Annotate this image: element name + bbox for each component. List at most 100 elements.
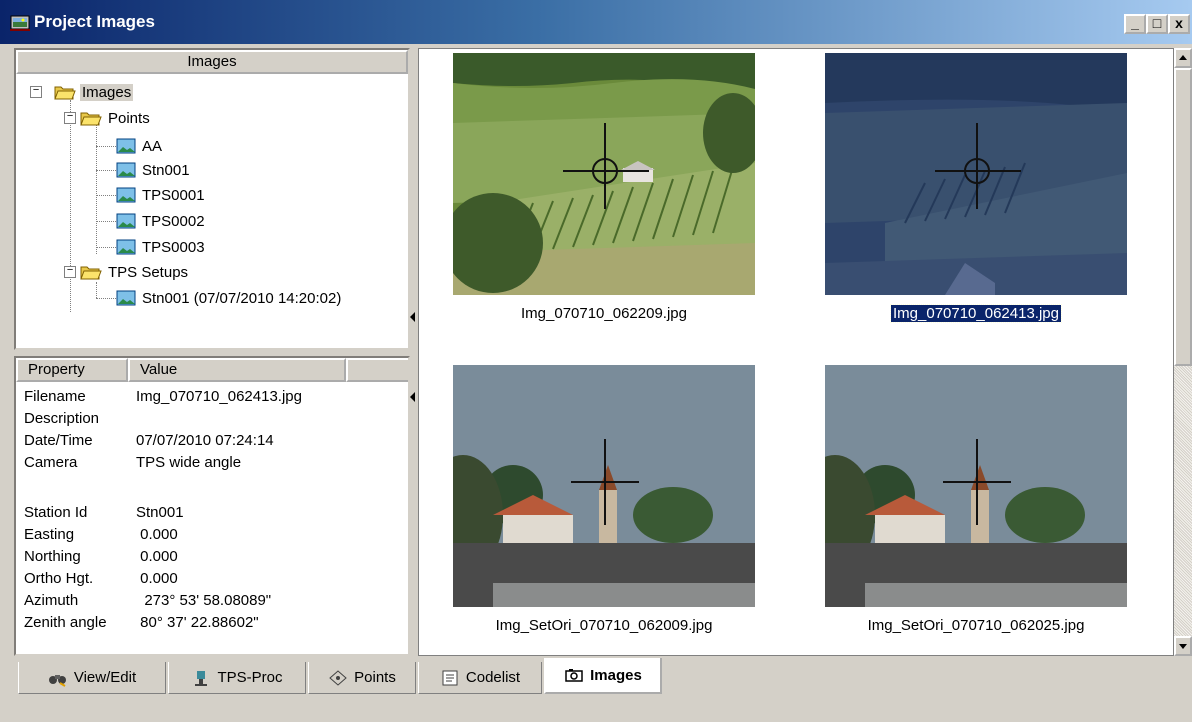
property-row[interactable]: Ortho Hgt. 0.000: [24, 570, 178, 592]
image-file-icon: [116, 239, 136, 255]
tab-label: View/Edit: [73, 669, 137, 686]
codelist-icon: [442, 670, 458, 685]
image-caption[interactable]: Img_SetOri_070710_062025.jpg: [811, 617, 1141, 634]
app-icon: [10, 15, 30, 31]
camera-icon: [565, 669, 583, 682]
image-caption-selected[interactable]: Img_070710_062413.jpg: [811, 304, 1141, 323]
collapse-root-button[interactable]: −: [30, 86, 42, 98]
tab-points[interactable]: Points: [308, 662, 416, 694]
tree-label-point: TPS0003: [142, 238, 205, 256]
vertical-scrollbar[interactable]: [1174, 48, 1192, 656]
scroll-up-button[interactable]: [1174, 48, 1192, 68]
property-value: Stn001: [136, 504, 184, 521]
property-row[interactable]: Azimuth 273° 53' 58.08089": [24, 592, 271, 614]
image-file-icon: [116, 290, 136, 306]
property-row[interactable]: Filename Img_070710_062413.jpg: [24, 388, 302, 410]
property-name: Station Id: [24, 504, 88, 521]
bottom-tab-strip: View/Edit TPS-Proc Points Codelist Image…: [0, 656, 1192, 722]
minimize-button[interactable]: _: [1124, 14, 1146, 34]
tree-label-point: TPS0001: [142, 186, 205, 204]
property-value: 07/07/2010 07:24:14: [136, 432, 274, 449]
collapse-setups-button[interactable]: −: [64, 266, 76, 278]
property-value: Img_070710_062413.jpg: [136, 388, 302, 405]
tree-line: [96, 146, 116, 147]
tree-item-point[interactable]: TPS0003: [116, 235, 207, 259]
property-name: Zenith angle: [24, 614, 107, 631]
tree-label-point: AA: [142, 137, 163, 155]
tree-header[interactable]: Images: [16, 50, 408, 74]
tree-item-setups-folder[interactable]: TPS Setups: [80, 260, 190, 284]
tree-item-point[interactable]: TPS0002: [116, 209, 207, 233]
property-value: 273° 53' 58.08089": [136, 592, 272, 609]
images-grid[interactable]: Img_070710_062209.jpg Img_070710_062413.…: [418, 48, 1174, 656]
images-tree-panel[interactable]: Images − Images − Points AA Stn001 TPS00…: [14, 48, 410, 350]
property-row[interactable]: Camera TPS wide angle: [24, 454, 241, 476]
properties-header: Property Value: [16, 358, 408, 382]
tree-line: [96, 247, 116, 248]
tree-line: [96, 282, 97, 298]
tree-item-point[interactable]: TPS0001: [116, 183, 207, 207]
scroll-thumb[interactable]: [1174, 68, 1192, 366]
scroll-down-button[interactable]: [1174, 636, 1192, 656]
tab-label: TPS-Proc: [217, 669, 283, 686]
tab-label: Images: [590, 666, 642, 684]
tree-label-setups: TPS Setups: [108, 263, 189, 281]
column-header-empty[interactable]: [346, 358, 408, 382]
tps-instrument-icon: [195, 670, 208, 686]
maximize-button[interactable]: □: [1146, 14, 1168, 34]
properties-panel[interactable]: Property Value Filename Img_070710_062413…: [14, 356, 410, 656]
tree-item-point[interactable]: AA: [116, 134, 164, 158]
open-folder-icon: [54, 86, 76, 100]
property-name: Azimuth: [24, 592, 79, 609]
tree-label-point: TPS0002: [142, 212, 205, 230]
tree-line: [96, 195, 116, 196]
tree-item-images-root[interactable]: Images: [54, 80, 134, 104]
image-thumbnail[interactable]: [453, 53, 755, 295]
tab-label: Codelist: [465, 669, 521, 686]
arrow-down-icon: [1179, 644, 1187, 649]
property-value: 0.000: [136, 548, 178, 565]
points-icon: [329, 669, 347, 686]
window-title: Project Images: [34, 12, 155, 31]
property-value: 80° 37' 22.88602": [136, 614, 259, 631]
image-file-icon: [116, 187, 136, 203]
image-caption[interactable]: Img_070710_062209.jpg: [439, 305, 769, 322]
tab-images[interactable]: Images: [544, 658, 662, 694]
property-name: Northing: [24, 548, 81, 565]
column-header-property[interactable]: Property: [16, 358, 128, 382]
tree-item-point[interactable]: Stn001: [116, 158, 192, 182]
open-folder-icon: [80, 266, 102, 280]
tab-view-edit[interactable]: View/Edit: [18, 662, 166, 694]
property-row[interactable]: Station Id Stn001: [24, 504, 184, 526]
tree-label-points: Points: [108, 109, 150, 127]
tree-line: [96, 170, 116, 171]
image-thumbnail-selected[interactable]: [825, 53, 1127, 295]
image-caption[interactable]: Img_SetOri_070710_062009.jpg: [439, 617, 769, 634]
image-thumbnail[interactable]: [825, 365, 1127, 607]
property-row[interactable]: Description: [24, 410, 136, 432]
arrow-up-icon: [1179, 55, 1187, 60]
image-file-icon: [116, 138, 136, 154]
tab-codelist[interactable]: Codelist: [418, 662, 542, 694]
splitter-left-arrow-icon[interactable]: [410, 312, 415, 322]
property-row[interactable]: Easting 0.000: [24, 526, 178, 548]
tree-line: [96, 298, 116, 299]
property-row[interactable]: Northing 0.000: [24, 548, 178, 570]
tree-label-point: Stn001: [142, 161, 190, 179]
image-file-icon: [116, 162, 136, 178]
close-button[interactable]: x: [1168, 14, 1190, 34]
property-row[interactable]: [24, 476, 136, 498]
property-name: [24, 476, 136, 498]
property-row[interactable]: Date/Time 07/07/2010 07:24:14: [24, 432, 274, 454]
image-thumbnail[interactable]: [453, 365, 755, 607]
property-row[interactable]: Zenith angle 80° 37' 22.88602": [24, 614, 259, 636]
tree-item-setup[interactable]: Stn001 (07/07/2010 14:20:02): [116, 286, 343, 310]
collapse-points-button[interactable]: −: [64, 112, 76, 124]
binoculars-icon: [48, 674, 66, 687]
property-name: Date/Time: [24, 432, 93, 449]
tree-item-points-folder[interactable]: Points: [80, 106, 152, 130]
column-header-value[interactable]: Value: [128, 358, 346, 382]
splitter-left-arrow-icon[interactable]: [410, 392, 415, 402]
tab-tps-proc[interactable]: TPS-Proc: [168, 662, 306, 694]
property-value: TPS wide angle: [136, 454, 242, 471]
